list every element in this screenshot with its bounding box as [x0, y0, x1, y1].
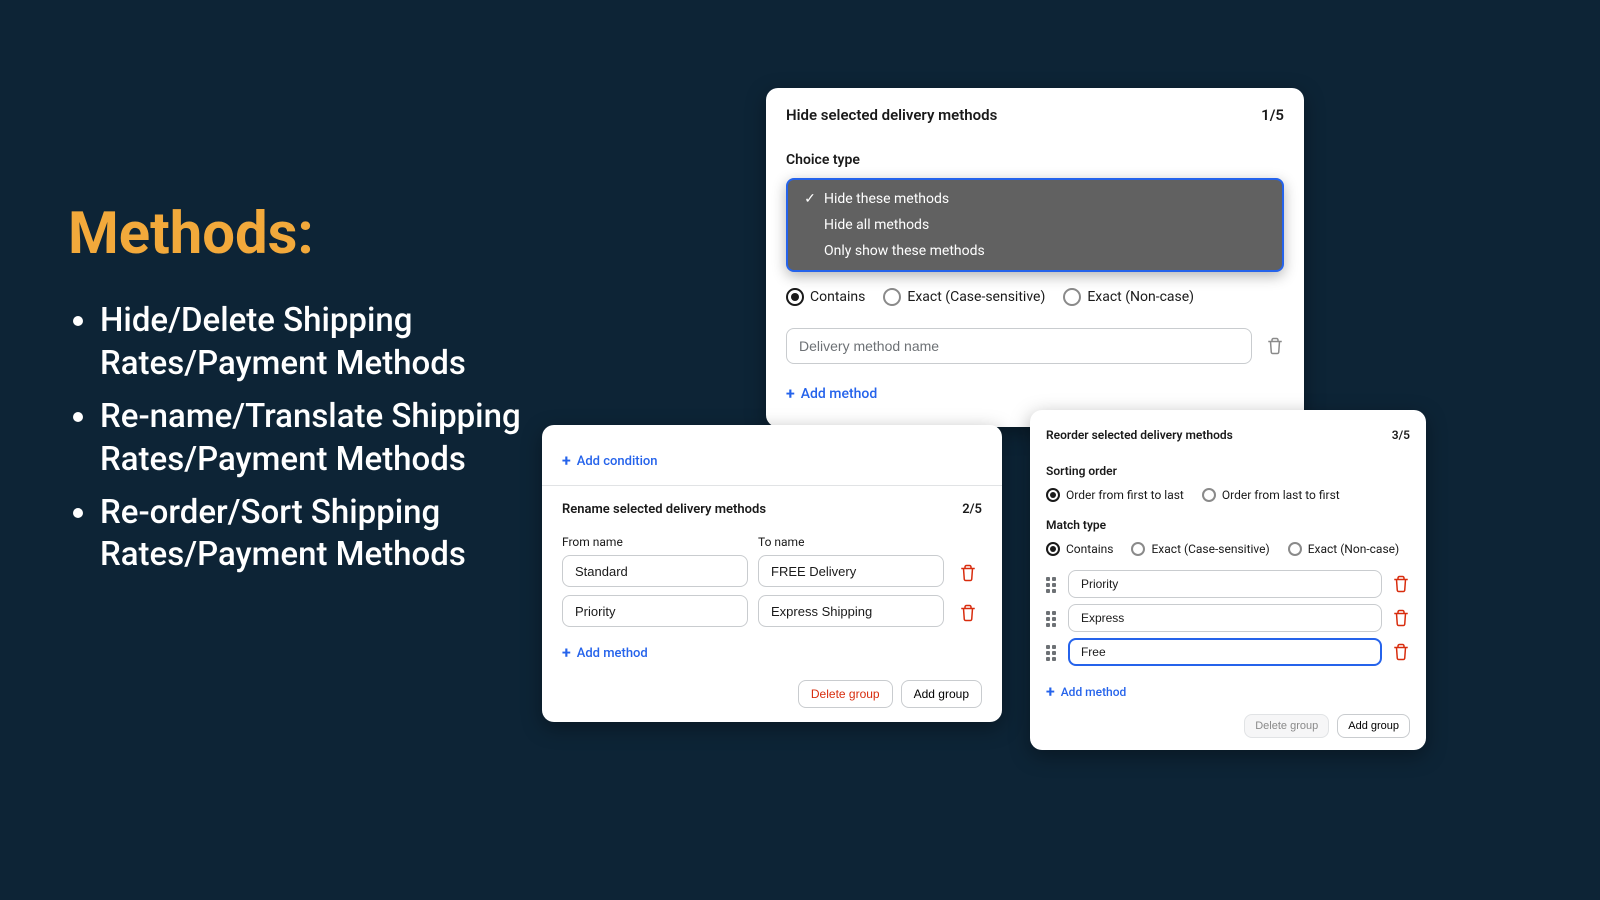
- radio-dot-icon: [1046, 542, 1060, 556]
- add-group-button[interactable]: Add group: [1337, 714, 1410, 738]
- add-condition-button[interactable]: + Add condition: [562, 453, 658, 469]
- hide-methods-card: Hide selected delivery methods 1/5 Choic…: [766, 88, 1304, 427]
- plus-icon: +: [1046, 684, 1055, 700]
- add-group-button[interactable]: Add group: [901, 680, 982, 708]
- radio-label: Order from last to first: [1222, 488, 1340, 502]
- delivery-method-name-input[interactable]: [786, 328, 1252, 364]
- sorting-order-label: Sorting order: [1046, 464, 1410, 478]
- plus-icon: +: [562, 645, 571, 661]
- card-counter: 2/5: [962, 502, 982, 517]
- drag-handle-icon[interactable]: [1046, 577, 1058, 591]
- drag-handle-icon[interactable]: [1046, 611, 1058, 625]
- radio-last-to-first[interactable]: Order from last to first: [1202, 488, 1340, 502]
- reorder-row: [1046, 604, 1410, 632]
- from-name-input[interactable]: [562, 595, 748, 627]
- dropdown-option-label: Hide these methods: [824, 191, 949, 207]
- to-name-label: To name: [758, 535, 944, 549]
- plus-icon: +: [562, 453, 571, 469]
- radio-dot-icon: [1288, 542, 1302, 556]
- radio-dot-icon: [1131, 542, 1145, 556]
- radio-dot-icon: [786, 288, 804, 306]
- choice-type-label: Choice type: [786, 152, 1284, 168]
- delete-group-button[interactable]: Delete group: [798, 680, 893, 708]
- radio-exact-case[interactable]: Exact (Case-sensitive): [1131, 542, 1269, 556]
- to-name-input[interactable]: [758, 595, 944, 627]
- card-counter: 3/5: [1392, 428, 1410, 442]
- add-method-button[interactable]: + Add method: [1046, 684, 1126, 700]
- feature-bullets: Hide/Delete Shipping Rates/Payment Metho…: [68, 300, 548, 587]
- plus-icon: +: [786, 386, 795, 402]
- check-icon: ✓: [804, 191, 816, 207]
- card-title: Hide selected delivery methods: [786, 106, 997, 124]
- rename-methods-card: + Add condition Rename selected delivery…: [542, 425, 1002, 722]
- match-type-radios: Contains Exact (Case-sensitive) Exact (N…: [786, 288, 1284, 306]
- dropdown-option[interactable]: Hide all methods: [788, 212, 1282, 238]
- from-name-label: From name: [562, 535, 748, 549]
- add-method-label: Add method: [577, 646, 648, 661]
- add-method-label: Add method: [801, 386, 878, 402]
- card-title: Reorder selected delivery methods: [1046, 428, 1233, 442]
- radio-label: Exact (Case-sensitive): [907, 289, 1045, 305]
- dropdown-option[interactable]: Only show these methods: [788, 238, 1282, 264]
- bullet-item: Re-name/Translate Shipping Rates/Payment…: [100, 396, 548, 482]
- trash-icon[interactable]: [1392, 643, 1410, 661]
- radio-label: Contains: [810, 289, 865, 305]
- radio-dot-icon: [1063, 288, 1081, 306]
- dropdown-option-label: Only show these methods: [824, 243, 985, 259]
- reorder-methods-card: Reorder selected delivery methods 3/5 So…: [1030, 410, 1426, 750]
- radio-dot-icon: [1046, 488, 1060, 502]
- radio-exact-noncase[interactable]: Exact (Non-case): [1288, 542, 1399, 556]
- reorder-row: [1046, 570, 1410, 598]
- radio-label: Exact (Non-case): [1308, 542, 1399, 556]
- choice-type-dropdown[interactable]: ✓ Hide these methods Hide all methods On…: [786, 178, 1284, 272]
- bullet-item: Re-order/Sort Shipping Rates/Payment Met…: [100, 492, 548, 578]
- add-method-label: Add method: [1061, 685, 1127, 699]
- radio-dot-icon: [883, 288, 901, 306]
- radio-label: Contains: [1066, 542, 1113, 556]
- radio-label: Order from first to last: [1066, 488, 1184, 502]
- card-counter: 1/5: [1261, 106, 1284, 124]
- reorder-method-input[interactable]: [1068, 604, 1382, 632]
- delete-group-button: Delete group: [1244, 714, 1329, 738]
- reorder-row: [1046, 638, 1410, 666]
- match-type-label: Match type: [1046, 518, 1410, 532]
- radio-label: Exact (Case-sensitive): [1151, 542, 1269, 556]
- trash-icon[interactable]: [959, 597, 977, 629]
- radio-exact-case[interactable]: Exact (Case-sensitive): [883, 288, 1045, 306]
- add-method-button[interactable]: + Add method: [786, 386, 877, 402]
- divider: [542, 485, 1002, 486]
- radio-label: Exact (Non-case): [1087, 289, 1194, 305]
- from-name-input[interactable]: [562, 555, 748, 587]
- add-method-button[interactable]: + Add method: [562, 645, 648, 661]
- to-name-input[interactable]: [758, 555, 944, 587]
- radio-dot-icon: [1202, 488, 1216, 502]
- add-condition-label: Add condition: [577, 454, 658, 469]
- radio-contains[interactable]: Contains: [786, 288, 865, 306]
- card-title: Rename selected delivery methods: [562, 502, 766, 517]
- drag-handle-icon[interactable]: [1046, 645, 1058, 659]
- bullet-item: Hide/Delete Shipping Rates/Payment Metho…: [100, 300, 548, 386]
- trash-icon[interactable]: [1392, 609, 1410, 627]
- radio-contains[interactable]: Contains: [1046, 542, 1113, 556]
- trash-icon[interactable]: [1392, 575, 1410, 593]
- reorder-method-input[interactable]: [1068, 570, 1382, 598]
- dropdown-option-label: Hide all methods: [824, 217, 929, 233]
- page-heading: Methods:: [68, 200, 314, 268]
- radio-exact-noncase[interactable]: Exact (Non-case): [1063, 288, 1194, 306]
- reorder-method-input[interactable]: [1068, 638, 1382, 666]
- dropdown-option[interactable]: ✓ Hide these methods: [788, 186, 1282, 212]
- trash-icon[interactable]: [1266, 337, 1284, 355]
- radio-first-to-last[interactable]: Order from first to last: [1046, 488, 1184, 502]
- trash-icon[interactable]: [959, 557, 977, 589]
